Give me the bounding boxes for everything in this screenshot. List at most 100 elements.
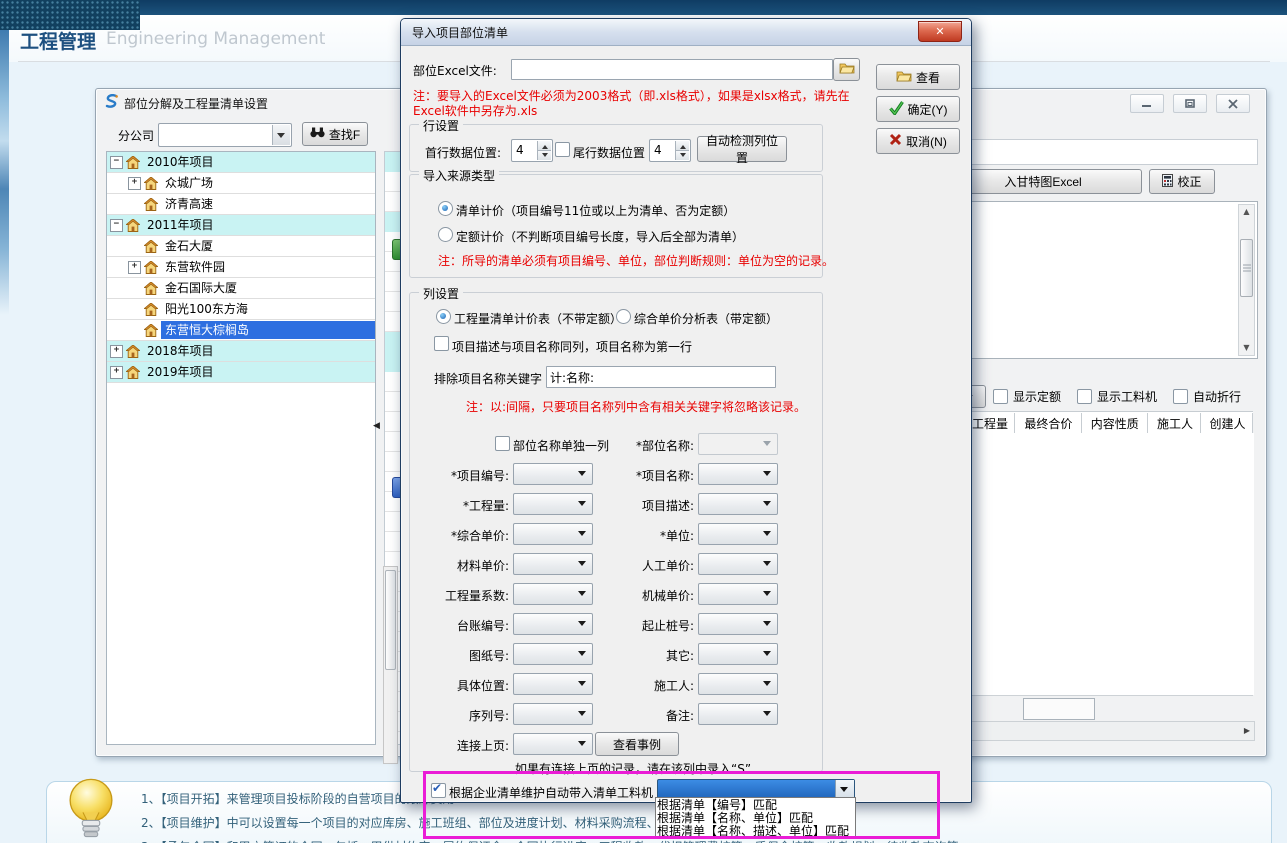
spin-down-icon[interactable] bbox=[537, 151, 551, 160]
column-header[interactable]: 施工人 bbox=[1148, 413, 1201, 434]
panel-scrollbar[interactable]: ▲ ▼ bbox=[1238, 204, 1255, 356]
display-option[interactable]: 自动折行 bbox=[1173, 388, 1241, 405]
tree-item[interactable]: +2018年项目 bbox=[107, 341, 375, 362]
list-pricing-radio[interactable] bbox=[438, 201, 453, 216]
tree-expander-icon[interactable]: + bbox=[128, 261, 141, 274]
first-row-spinner[interactable]: 4 bbox=[511, 139, 553, 162]
last-row-spinner[interactable]: 4 bbox=[649, 139, 691, 162]
tree-item[interactable]: 阳光100东方海 bbox=[107, 299, 375, 320]
minimize-button[interactable] bbox=[1130, 94, 1164, 113]
footer-input[interactable] bbox=[1023, 698, 1095, 720]
column-select[interactable] bbox=[698, 523, 778, 545]
tree-item[interactable]: 金石国际大厦 bbox=[107, 278, 375, 299]
column-select[interactable] bbox=[698, 703, 778, 725]
column-select[interactable] bbox=[513, 673, 593, 695]
maximize-button[interactable] bbox=[1173, 94, 1207, 113]
tree-item[interactable]: −2011年项目 bbox=[107, 215, 375, 236]
search-button[interactable]: 查找F bbox=[302, 122, 368, 146]
column-select[interactable] bbox=[698, 553, 778, 575]
auto-import-checkbox[interactable] bbox=[431, 783, 446, 798]
exclude-keywords-input[interactable] bbox=[546, 366, 776, 388]
cancel-button[interactable]: 取消(N) bbox=[876, 128, 960, 154]
browse-button[interactable] bbox=[833, 58, 860, 81]
part-name-select bbox=[698, 433, 778, 455]
close-icon[interactable] bbox=[1216, 94, 1250, 113]
column-header[interactable]: 创建人 bbox=[1201, 413, 1253, 434]
checkbox-icon[interactable] bbox=[993, 389, 1008, 404]
last-row-checkbox[interactable] bbox=[555, 142, 570, 157]
view-button[interactable]: 查看 bbox=[876, 64, 960, 90]
tree-item[interactable]: −2010年项目 bbox=[107, 152, 375, 173]
dialog-close-button[interactable]: ✕ bbox=[918, 21, 962, 42]
tree-item[interactable]: 东营恒大棕榈岛 bbox=[107, 320, 375, 341]
gantt-excel-button[interactable]: 入甘特图Excel bbox=[944, 169, 1142, 194]
view-example-button[interactable]: 查看事例 bbox=[595, 732, 679, 756]
list-pricing-label: 清单计价（项目编号11位或以上为清单、否为定额） bbox=[456, 202, 735, 219]
tree-expander-icon[interactable]: − bbox=[110, 156, 123, 169]
boq-table-radio[interactable] bbox=[436, 309, 451, 324]
display-option[interactable]: 显示工料机 bbox=[1077, 388, 1157, 405]
column-select[interactable] bbox=[698, 463, 778, 485]
scroll-up-icon[interactable]: ▲ bbox=[1239, 205, 1254, 219]
column-select[interactable] bbox=[698, 613, 778, 635]
dropdown-option[interactable]: 根据清单【名称、单位】匹配 bbox=[656, 811, 855, 824]
same-column-checkbox[interactable] bbox=[434, 336, 449, 351]
display-option[interactable]: 显示定额 bbox=[993, 388, 1061, 405]
tree-item-label: 2019年项目 bbox=[143, 363, 218, 381]
standalone-part-checkbox[interactable] bbox=[495, 436, 510, 451]
column-select[interactable] bbox=[698, 583, 778, 605]
auto-detect-button[interactable]: 自动检测列位置 bbox=[697, 136, 787, 162]
tree-expander-icon[interactable]: − bbox=[110, 219, 123, 232]
column-select[interactable] bbox=[513, 643, 593, 665]
ok-button[interactable]: 确定(Y) bbox=[876, 96, 960, 122]
dropdown-option[interactable]: 根据清单【名称、描述、单位】匹配 bbox=[656, 824, 855, 837]
horizontal-scrollbar[interactable]: ▶ bbox=[951, 721, 1255, 741]
column-select[interactable] bbox=[513, 703, 593, 725]
verify-button[interactable]: 校正 bbox=[1149, 169, 1215, 194]
column-select[interactable] bbox=[698, 673, 778, 695]
spin-up-icon[interactable] bbox=[537, 141, 551, 151]
column-select[interactable] bbox=[513, 493, 593, 515]
tree-expander-icon[interactable]: + bbox=[110, 366, 123, 379]
boq-table-label: 工程量清单计价表（不带定额） bbox=[454, 310, 622, 327]
field-label: *项目名称: bbox=[588, 467, 694, 484]
scroll-right-icon[interactable]: ▶ bbox=[1244, 726, 1250, 735]
scroll-down-icon[interactable]: ▼ bbox=[1239, 341, 1254, 355]
tree-item[interactable]: +2019年项目 bbox=[107, 362, 375, 383]
tree-item[interactable]: +东营软件园 bbox=[107, 257, 375, 278]
spin-down-icon[interactable] bbox=[675, 151, 689, 160]
column-select[interactable] bbox=[513, 613, 593, 635]
column-select[interactable] bbox=[698, 493, 778, 515]
field-label: 图纸号: bbox=[403, 647, 509, 664]
field-label: *项目编号: bbox=[403, 467, 509, 484]
tree-expander-icon[interactable]: + bbox=[110, 345, 123, 358]
match-mode-dropdown-list: 根据清单【编号】匹配根据清单【名称、单位】匹配根据清单【名称、描述、单位】匹配 bbox=[655, 797, 856, 838]
column-select[interactable] bbox=[513, 523, 593, 545]
checkbox-icon[interactable] bbox=[1077, 389, 1092, 404]
tree-item[interactable]: 金石大厦 bbox=[107, 236, 375, 257]
column-select[interactable] bbox=[513, 553, 593, 575]
column-header[interactable]: 内容性质 bbox=[1082, 413, 1148, 434]
tree-expander-icon[interactable]: + bbox=[128, 177, 141, 190]
exclude-label: 排除项目名称关键字 bbox=[434, 370, 542, 387]
tree-item[interactable]: 济青高速 bbox=[107, 194, 375, 215]
quota-pricing-radio[interactable] bbox=[438, 227, 453, 242]
branch-select[interactable] bbox=[158, 123, 292, 147]
column-header[interactable]: 最终合价 bbox=[1015, 413, 1081, 434]
checkbox-icon[interactable] bbox=[1173, 389, 1188, 404]
link-prev-select[interactable] bbox=[513, 733, 593, 755]
column-select[interactable] bbox=[513, 463, 593, 485]
house-icon bbox=[144, 240, 158, 253]
middle-vertical-scrollbar[interactable] bbox=[383, 566, 398, 764]
chevron-down-icon[interactable] bbox=[272, 125, 290, 145]
dialog-titlebar[interactable]: 导入项目部位清单 bbox=[401, 19, 971, 46]
tree-item[interactable]: +众城广场 bbox=[107, 173, 375, 194]
file-path-input[interactable] bbox=[511, 59, 833, 80]
house-icon bbox=[126, 156, 140, 169]
column-select[interactable] bbox=[513, 583, 593, 605]
column-select[interactable] bbox=[698, 643, 778, 665]
spin-up-icon[interactable] bbox=[675, 141, 689, 151]
dropdown-option[interactable]: 根据清单【编号】匹配 bbox=[656, 798, 855, 811]
analysis-table-radio[interactable] bbox=[616, 309, 631, 324]
collapse-pane-arrow[interactable]: ◀ bbox=[373, 421, 380, 431]
